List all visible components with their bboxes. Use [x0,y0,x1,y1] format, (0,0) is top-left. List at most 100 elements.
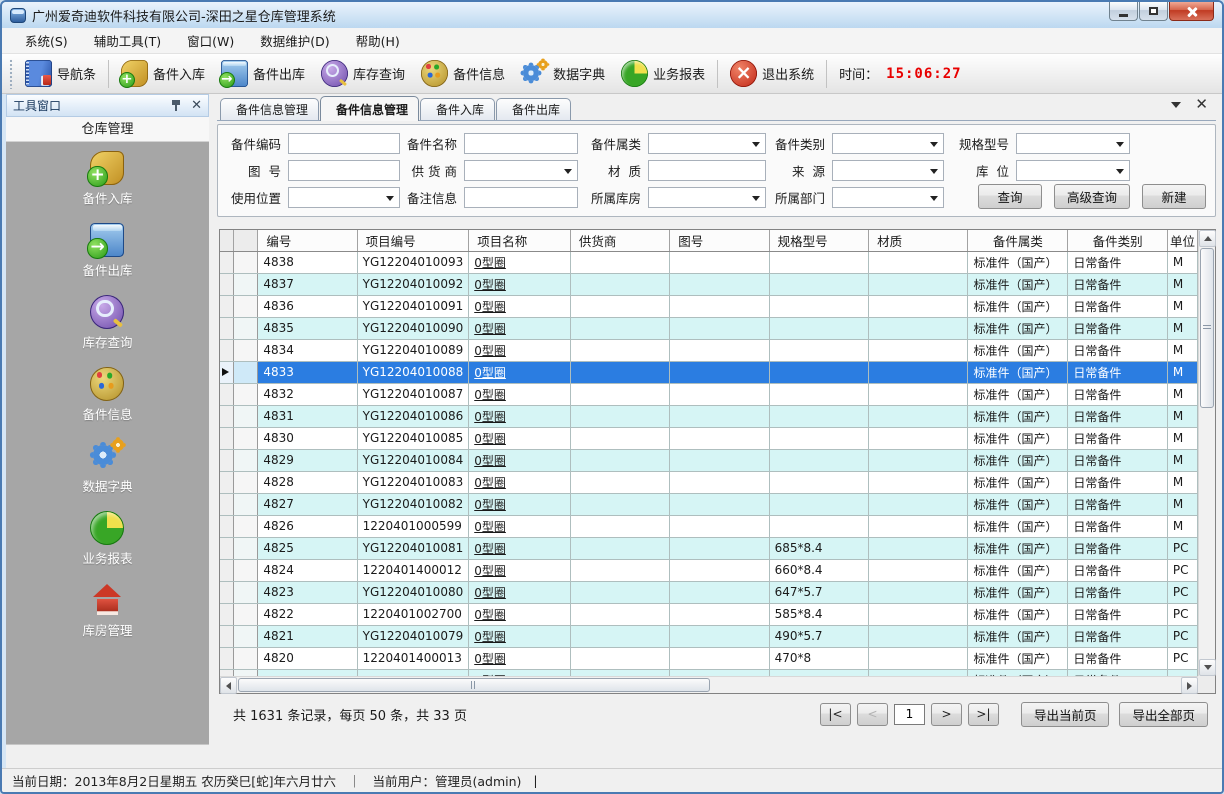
horizontal-scrollbar[interactable] [220,676,1198,693]
close-button[interactable] [1169,2,1214,21]
table-row[interactable]: 0型圈标准件（国产）日常备件 [220,669,1198,676]
horizontal-scroll-thumb[interactable] [238,678,710,692]
navbar-button[interactable]: 导航条 [17,57,104,91]
page-number-input[interactable] [894,704,925,725]
tab-2[interactable]: 备件入库 [420,98,495,120]
form-input-1[interactable] [464,133,578,154]
vertical-scrollbar[interactable] [1198,230,1215,676]
table-row[interactable]: 4836YG122040100910型圈标准件（国产）日常备件M [220,295,1198,317]
row-selector-cell[interactable] [234,603,258,625]
form-select-2[interactable] [648,133,766,154]
toolbar-grip-handle[interactable] [9,59,14,89]
form-select-9[interactable] [1016,160,1130,181]
column-header[interactable]: 规格型号 [769,230,869,251]
form-select-8[interactable] [832,160,944,181]
table-row[interactable]: 482012204014000130型圈470*8标准件（国产）日常备件PC [220,647,1198,669]
query-button[interactable]: 查询 [978,184,1042,209]
tab-1[interactable]: 备件信息管理 [320,96,419,121]
sidebar-item-report[interactable]: 业务报表 [82,511,132,567]
parts-in-button[interactable]: 备件入库 [113,57,213,91]
table-row[interactable]: 4825YG122040100810型圈685*8.4标准件（国产）日常备件PC [220,537,1198,559]
table-row[interactable]: 4830YG122040100850型圈标准件（国产）日常备件M [220,427,1198,449]
parts-info-button[interactable]: 备件信息 [413,57,513,91]
table-row[interactable]: 4835YG122040100900型圈标准件（国产）日常备件M [220,317,1198,339]
table-row[interactable]: 4833YG122040100880型圈标准件（国产）日常备件M [220,361,1198,383]
last-page-button[interactable]: >| [968,703,999,726]
row-selector-cell[interactable] [234,295,258,317]
row-selector-cell[interactable] [234,647,258,669]
stock-query-button[interactable]: 库存查询 [313,57,413,91]
form-input-0[interactable] [288,133,400,154]
form-select-12[interactable] [648,187,766,208]
row-selector-cell[interactable] [234,581,258,603]
row-selector-cell[interactable] [234,317,258,339]
row-selector-cell[interactable] [234,405,258,427]
column-header[interactable]: 单位 [1167,230,1197,251]
minimize-button[interactable] [1109,2,1138,21]
parts-out-button[interactable]: 备件出库 [213,57,313,91]
row-selector-cell[interactable] [234,383,258,405]
form-select-13[interactable] [832,187,944,208]
prev-page-button[interactable]: < [857,703,888,726]
table-row[interactable]: 482212204010027000型圈585*8.4标准件（国产）日常备件PC [220,603,1198,625]
table-row[interactable]: 4838YG122040100930型圈标准件（国产）日常备件M [220,251,1198,273]
column-header[interactable]: 项目编号 [357,230,469,251]
scroll-left-button[interactable] [220,677,237,694]
table-row[interactable]: 4827YG122040100820型圈标准件（国产）日常备件M [220,493,1198,515]
sidebar-item-parts-info[interactable]: 备件信息 [82,367,132,423]
row-selector-cell[interactable] [234,449,258,471]
sidebar-close-icon[interactable]: ✕ [191,99,202,112]
scroll-right-button[interactable] [1181,677,1198,694]
export-all-pages-button[interactable]: 导出全部页 [1119,702,1208,727]
scroll-up-button[interactable] [1199,230,1216,247]
advanced-query-button[interactable]: 高级查询 [1054,184,1130,209]
sidebar-item-parts-in[interactable]: 备件入库 [82,151,132,207]
report-button[interactable]: 业务报表 [613,57,713,91]
form-select-4[interactable] [1016,133,1130,154]
vertical-scroll-thumb[interactable] [1200,248,1214,408]
menu-item[interactable]: 辅助工具(T) [81,27,174,54]
tab-3[interactable]: 备件出库 [496,98,571,120]
menu-item[interactable]: 系统(S) [12,27,81,54]
table-row[interactable]: 4823YG122040100800型圈647*5.7标准件（国产）日常备件PC [220,581,1198,603]
first-page-button[interactable]: |< [820,703,851,726]
sidebar-item-warehouse[interactable]: 库房管理 [82,583,132,639]
form-input-7[interactable] [648,160,766,181]
new-button[interactable]: 新建 [1142,184,1206,209]
row-selector-cell[interactable] [234,361,258,383]
row-selector-cell[interactable] [234,427,258,449]
table-row[interactable]: 482612204010005990型圈标准件（国产）日常备件M [220,515,1198,537]
column-header[interactable]: 项目名称 [469,230,571,251]
row-selector-cell[interactable] [234,493,258,515]
form-select-6[interactable] [464,160,578,181]
row-selector-cell[interactable] [234,251,258,273]
sidebar-item-parts-out[interactable]: 备件出库 [82,223,132,279]
scroll-down-button[interactable] [1199,659,1216,676]
menu-item[interactable]: 窗口(W) [174,27,247,54]
export-current-page-button[interactable]: 导出当前页 [1021,702,1110,727]
sidebar-item-stock-query[interactable]: 库存查询 [82,295,132,351]
row-selector-cell[interactable] [234,559,258,581]
pin-icon[interactable] [171,99,181,112]
row-selector-cell[interactable] [234,273,258,295]
column-header[interactable]: 编号 [258,230,357,251]
table-row[interactable]: 4828YG122040100830型圈标准件（国产）日常备件M [220,471,1198,493]
column-header[interactable]: 备件类别 [1068,230,1168,251]
row-selector-cell[interactable] [234,669,258,676]
table-row[interactable]: 4832YG122040100870型圈标准件（国产）日常备件M [220,383,1198,405]
column-header[interactable]: 供货商 [570,230,669,251]
exit-button[interactable]: 退出系统 [722,57,822,91]
menu-item[interactable]: 数据维护(D) [247,27,342,54]
sidebar-item-data-dict[interactable]: 数据字典 [82,439,132,495]
tab-0[interactable]: 备件信息管理 [220,98,319,120]
table-row[interactable]: 4829YG122040100840型圈标准件（国产）日常备件M [220,449,1198,471]
row-selector-cell[interactable] [234,471,258,493]
row-selector-cell[interactable] [234,625,258,647]
menu-item[interactable]: 帮助(H) [343,27,413,54]
column-header[interactable]: 材质 [869,230,968,251]
table-row[interactable]: 4834YG122040100890型圈标准件（国产）日常备件M [220,339,1198,361]
table-row[interactable]: 482412204014000120型圈660*8.4标准件（国产）日常备件PC [220,559,1198,581]
row-selector-cell[interactable] [234,515,258,537]
column-header[interactable]: 图号 [670,230,769,251]
table-row[interactable]: 4821YG122040100790型圈490*5.7标准件（国产）日常备件PC [220,625,1198,647]
